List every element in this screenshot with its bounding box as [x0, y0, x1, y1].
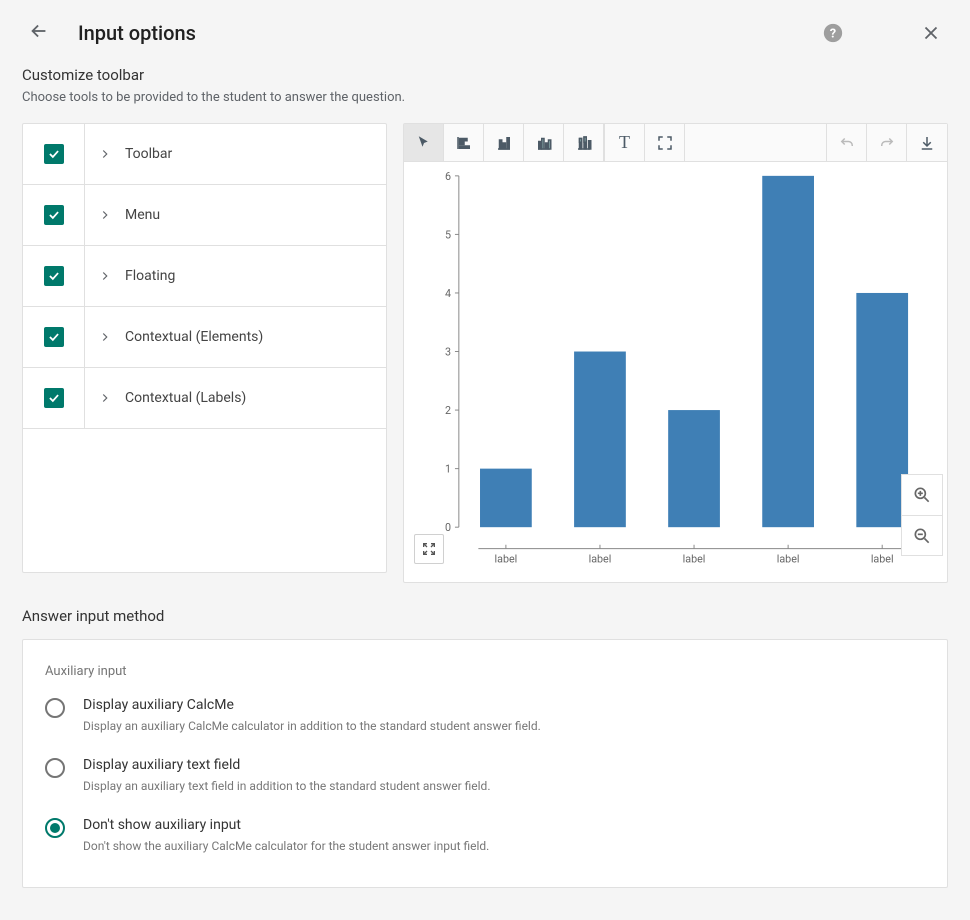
download-icon[interactable] [907, 124, 947, 161]
toolbar-option-checkbox[interactable] [44, 327, 64, 347]
customize-heading: Customize toolbar [22, 66, 948, 84]
help-icon[interactable]: ? [822, 22, 844, 44]
back-button[interactable] [28, 20, 50, 46]
radio-label: Display auxiliary CalcMe [83, 697, 541, 713]
customize-subheading: Choose tools to be provided to the stude… [22, 90, 948, 105]
bar-chart[interactable]: 0 1 2 3 4 5 6 label label label label label [412, 170, 939, 570]
svg-text:?: ? [830, 27, 836, 42]
radio-description: Display an auxiliary text field in addit… [83, 779, 490, 793]
toolbar-option-label: Contextual (Labels) [125, 390, 246, 406]
toolbar-option-row: Floating [23, 246, 386, 307]
text-tool-icon[interactable]: T [605, 124, 645, 161]
auxiliary-input-heading: Auxiliary input [45, 664, 925, 679]
toolbar-option-checkbox[interactable] [44, 388, 64, 408]
answer-method-heading: Answer input method [22, 607, 948, 625]
svg-text:label: label [683, 552, 706, 565]
svg-text:label: label [589, 552, 612, 565]
radio-button[interactable] [45, 758, 65, 778]
toolbar-option-label: Contextual (Elements) [125, 329, 263, 345]
svg-text:1: 1 [445, 463, 451, 476]
bar-chart-type-4-icon[interactable] [564, 124, 604, 161]
zoom-in-button[interactable] [902, 475, 942, 515]
close-icon[interactable] [920, 22, 942, 44]
zoom-out-button[interactable] [902, 515, 942, 555]
auxiliary-input-option: Display auxiliary text field Display an … [45, 757, 925, 793]
svg-text:5: 5 [445, 228, 451, 241]
chevron-right-icon[interactable] [85, 147, 125, 161]
chevron-right-icon[interactable] [85, 208, 125, 222]
toolbar-option-checkbox[interactable] [44, 144, 64, 164]
toolbar-option-row: Contextual (Labels) [23, 368, 386, 429]
bar-chart-type-3-icon[interactable] [524, 124, 564, 161]
toolbar-option-label: Menu [125, 207, 160, 223]
radio-button[interactable] [45, 698, 65, 718]
svg-text:label: label [495, 552, 518, 565]
radio-description: Don't show the auxiliary CalcMe calculat… [83, 839, 489, 853]
chevron-right-icon[interactable] [85, 330, 125, 344]
pointer-tool-icon[interactable] [404, 124, 444, 161]
auxiliary-input-option: Don't show auxiliary input Don't show th… [45, 817, 925, 853]
page-title: Input options [78, 21, 196, 45]
toolbar-option-label: Toolbar [125, 146, 172, 162]
toolbar-option-checkbox[interactable] [44, 205, 64, 225]
answer-method-panel: Auxiliary input Display auxiliary CalcMe… [22, 639, 948, 888]
chevron-right-icon[interactable] [85, 391, 125, 405]
svg-text:label: label [777, 552, 800, 565]
toolbar-option-row: Contextual (Elements) [23, 307, 386, 368]
redo-icon[interactable] [867, 124, 907, 161]
svg-text:4: 4 [445, 287, 451, 300]
radio-label: Don't show auxiliary input [83, 817, 489, 833]
undo-icon[interactable] [827, 124, 867, 161]
svg-text:3: 3 [445, 345, 451, 358]
svg-text:0: 0 [445, 521, 451, 534]
toolbar-option-row: Menu [23, 185, 386, 246]
expand-tool-icon[interactable] [645, 124, 685, 161]
auxiliary-input-option: Display auxiliary CalcMe Display an auxi… [45, 697, 925, 733]
chart-editor-panel: T 0 1 2 3 4 5 6 label label label label label [403, 123, 948, 583]
bar-chart-type-2-icon[interactable] [484, 124, 524, 161]
toolbar-option-row: Toolbar [23, 124, 386, 185]
radio-description: Display an auxiliary CalcMe calculator i… [83, 719, 541, 733]
chevron-right-icon[interactable] [85, 269, 125, 283]
svg-text:6: 6 [445, 170, 451, 183]
radio-label: Display auxiliary text field [83, 757, 490, 773]
svg-text:2: 2 [445, 404, 451, 417]
toolbar-option-label: Floating [125, 268, 175, 284]
fullscreen-button[interactable] [414, 534, 444, 564]
svg-text:label: label [871, 552, 894, 565]
bar-chart-type-1-icon[interactable] [444, 124, 484, 161]
radio-button[interactable] [45, 818, 65, 838]
toolbar-options-list: Toolbar Menu Floating Contextual (Elem [22, 123, 387, 573]
toolbar-option-checkbox[interactable] [44, 266, 64, 286]
